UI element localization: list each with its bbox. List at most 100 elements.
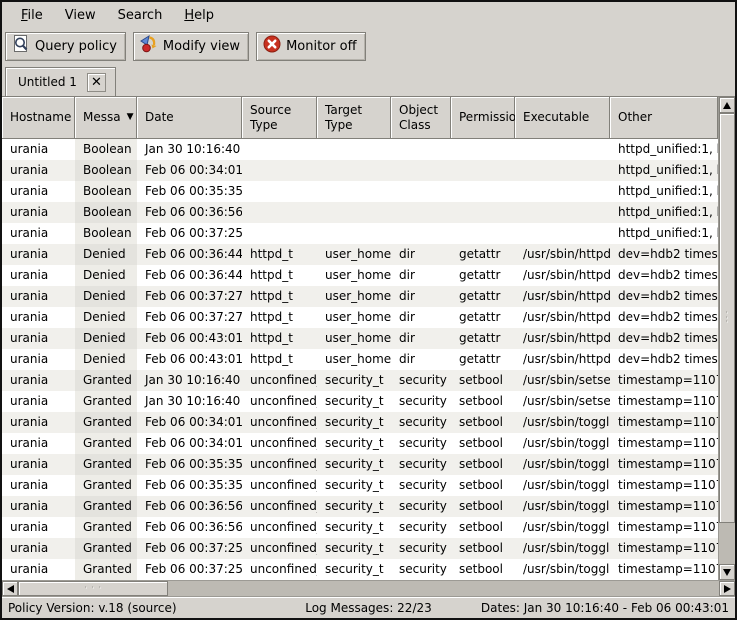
table-cell: Granted [75, 454, 137, 475]
table-cell: security [391, 475, 451, 496]
table-cell: urania [2, 223, 75, 244]
table-cell: dir [391, 328, 451, 349]
tab-close-button[interactable]: ✕ [87, 73, 106, 92]
table-cell: Jan 30 10:16:40 [137, 370, 242, 391]
log-messages-status: Log Messages: 22/23 [305, 601, 432, 615]
table-row[interactable]: uraniaGrantedFeb 06 00:37:25unconfined_s… [2, 559, 718, 580]
scroll-left-button[interactable] [2, 581, 18, 596]
table-cell: unconfined_ [242, 454, 317, 475]
table-row[interactable]: uraniaGrantedJan 30 10:16:40unconfined_s… [2, 391, 718, 412]
table-row[interactable]: uraniaDeniedFeb 06 00:37:27httpd_tuser_h… [2, 286, 718, 307]
table-cell: getattr [451, 328, 515, 349]
column-header-target-type[interactable]: Target Type [317, 97, 391, 139]
table-cell: dev=hdb2 timesta [610, 244, 718, 265]
table-cell: /usr/sbin/toggle [515, 517, 610, 538]
table-cell: Granted [75, 559, 137, 580]
table-row[interactable]: uraniaDeniedFeb 06 00:43:01httpd_tuser_h… [2, 349, 718, 370]
table-cell: urania [2, 349, 75, 370]
monitor-off-button[interactable]: Monitor off [256, 32, 365, 61]
query-policy-button[interactable]: Query policy [5, 32, 126, 61]
table-cell [391, 181, 451, 202]
modify-view-button[interactable]: Modify view [133, 32, 249, 61]
table-cell: dir [391, 286, 451, 307]
table-cell: /usr/sbin/httpd [515, 286, 610, 307]
table-cell: Feb 06 00:35:35 [137, 181, 242, 202]
table-row[interactable]: uraniaDeniedFeb 06 00:37:27httpd_tuser_h… [2, 307, 718, 328]
scroll-up-button[interactable] [719, 97, 735, 113]
horizontal-scrollbar[interactable]: · · · [2, 580, 735, 596]
menu-item-search[interactable]: Search [109, 4, 172, 27]
table-cell: Feb 06 00:43:01 [137, 328, 242, 349]
arrow-right-icon [724, 585, 731, 593]
column-header-source-type[interactable]: Source Type [242, 97, 317, 139]
table-cell: Granted [75, 370, 137, 391]
table-cell [242, 160, 317, 181]
table-cell: Denied [75, 307, 137, 328]
table-row[interactable]: uraniaGrantedJan 30 10:16:40unconfined_s… [2, 370, 718, 391]
table-cell: getattr [451, 244, 515, 265]
table-cell: security_t [317, 412, 391, 433]
table-header-row: HostnameMessa▼DateSource TypeTarget Type… [2, 97, 718, 139]
table-cell: unconfined_ [242, 412, 317, 433]
table-row[interactable]: uraniaGrantedFeb 06 00:36:56unconfined_s… [2, 517, 718, 538]
table-cell [515, 223, 610, 244]
scroll-right-button[interactable] [719, 581, 735, 596]
column-header-date[interactable]: Date [137, 97, 242, 139]
table-cell: getattr [451, 286, 515, 307]
column-header-object-class[interactable]: Object Class [391, 97, 451, 139]
horizontal-scrollbar-thumb[interactable]: · · · [18, 581, 168, 596]
column-header-other[interactable]: Other [610, 97, 718, 139]
table-row[interactable]: uraniaDeniedFeb 06 00:36:44httpd_tuser_h… [2, 244, 718, 265]
table-cell: getattr [451, 349, 515, 370]
table-row[interactable]: uraniaBooleanFeb 06 00:37:25httpd_unifie… [2, 223, 718, 244]
table-cell: urania [2, 391, 75, 412]
table-row[interactable]: uraniaGrantedFeb 06 00:37:25unconfined_s… [2, 538, 718, 559]
tabbar: Untitled 1 ✕ [2, 63, 735, 96]
modify-view-icon [139, 34, 159, 58]
vertical-scrollbar[interactable]: ··· [718, 97, 735, 580]
table-cell: Feb 06 00:36:56 [137, 202, 242, 223]
table-cell [242, 202, 317, 223]
arrow-left-icon [7, 585, 14, 593]
table-row[interactable]: uraniaDeniedFeb 06 00:36:44httpd_tuser_h… [2, 265, 718, 286]
table-row[interactable]: uraniaGrantedFeb 06 00:34:01unconfined_s… [2, 433, 718, 454]
column-header-executable[interactable]: Executable [515, 97, 610, 139]
scroll-down-button[interactable] [719, 564, 735, 580]
table-row[interactable]: uraniaDeniedFeb 06 00:43:01httpd_tuser_h… [2, 328, 718, 349]
table-cell: dir [391, 265, 451, 286]
column-header-permission[interactable]: Permission [451, 97, 515, 139]
menu-item-help[interactable]: Help [175, 4, 223, 27]
column-header-hostname[interactable]: Hostname [2, 97, 75, 139]
table-cell: Feb 06 00:34:01 [137, 160, 242, 181]
tab-untitled-1[interactable]: Untitled 1 ✕ [5, 67, 116, 96]
table-cell: httpd_t [242, 328, 317, 349]
vertical-scrollbar-trough[interactable] [719, 523, 735, 564]
table-cell: setbool [451, 433, 515, 454]
menu-item-file[interactable]: File [12, 4, 52, 27]
vertical-scrollbar-thumb[interactable]: ··· [719, 113, 735, 523]
table-cell: urania [2, 202, 75, 223]
table-row[interactable]: uraniaBooleanJan 30 10:16:40httpd_unifie… [2, 139, 718, 160]
table-cell [391, 202, 451, 223]
horizontal-scrollbar-trough[interactable] [168, 581, 719, 596]
menu-item-view[interactable]: View [56, 4, 105, 27]
table-row[interactable]: uraniaBooleanFeb 06 00:35:35httpd_unifie… [2, 181, 718, 202]
table-cell: urania [2, 328, 75, 349]
table-row[interactable]: uraniaGrantedFeb 06 00:35:35unconfined_s… [2, 454, 718, 475]
table-cell: Feb 06 00:36:44 [137, 265, 242, 286]
table-row[interactable]: uraniaBooleanFeb 06 00:36:56httpd_unifie… [2, 202, 718, 223]
table-row[interactable]: uraniaGrantedFeb 06 00:34:01unconfined_s… [2, 412, 718, 433]
table-row[interactable]: uraniaGrantedFeb 06 00:36:56unconfined_s… [2, 496, 718, 517]
table-cell [451, 202, 515, 223]
table-cell: Granted [75, 433, 137, 454]
column-header-messa[interactable]: Messa▼ [75, 97, 137, 139]
table-cell: setbool [451, 517, 515, 538]
table-cell: httpd_unified:1, h [610, 160, 718, 181]
table-cell: httpd_unified:1, h [610, 202, 718, 223]
table-row[interactable]: uraniaBooleanFeb 06 00:34:01httpd_unifie… [2, 160, 718, 181]
table-cell: security [391, 559, 451, 580]
table-cell: security_t [317, 517, 391, 538]
table-cell: unconfined_ [242, 559, 317, 580]
table-cell: unconfined_ [242, 433, 317, 454]
table-row[interactable]: uraniaGrantedFeb 06 00:35:35unconfined_s… [2, 475, 718, 496]
